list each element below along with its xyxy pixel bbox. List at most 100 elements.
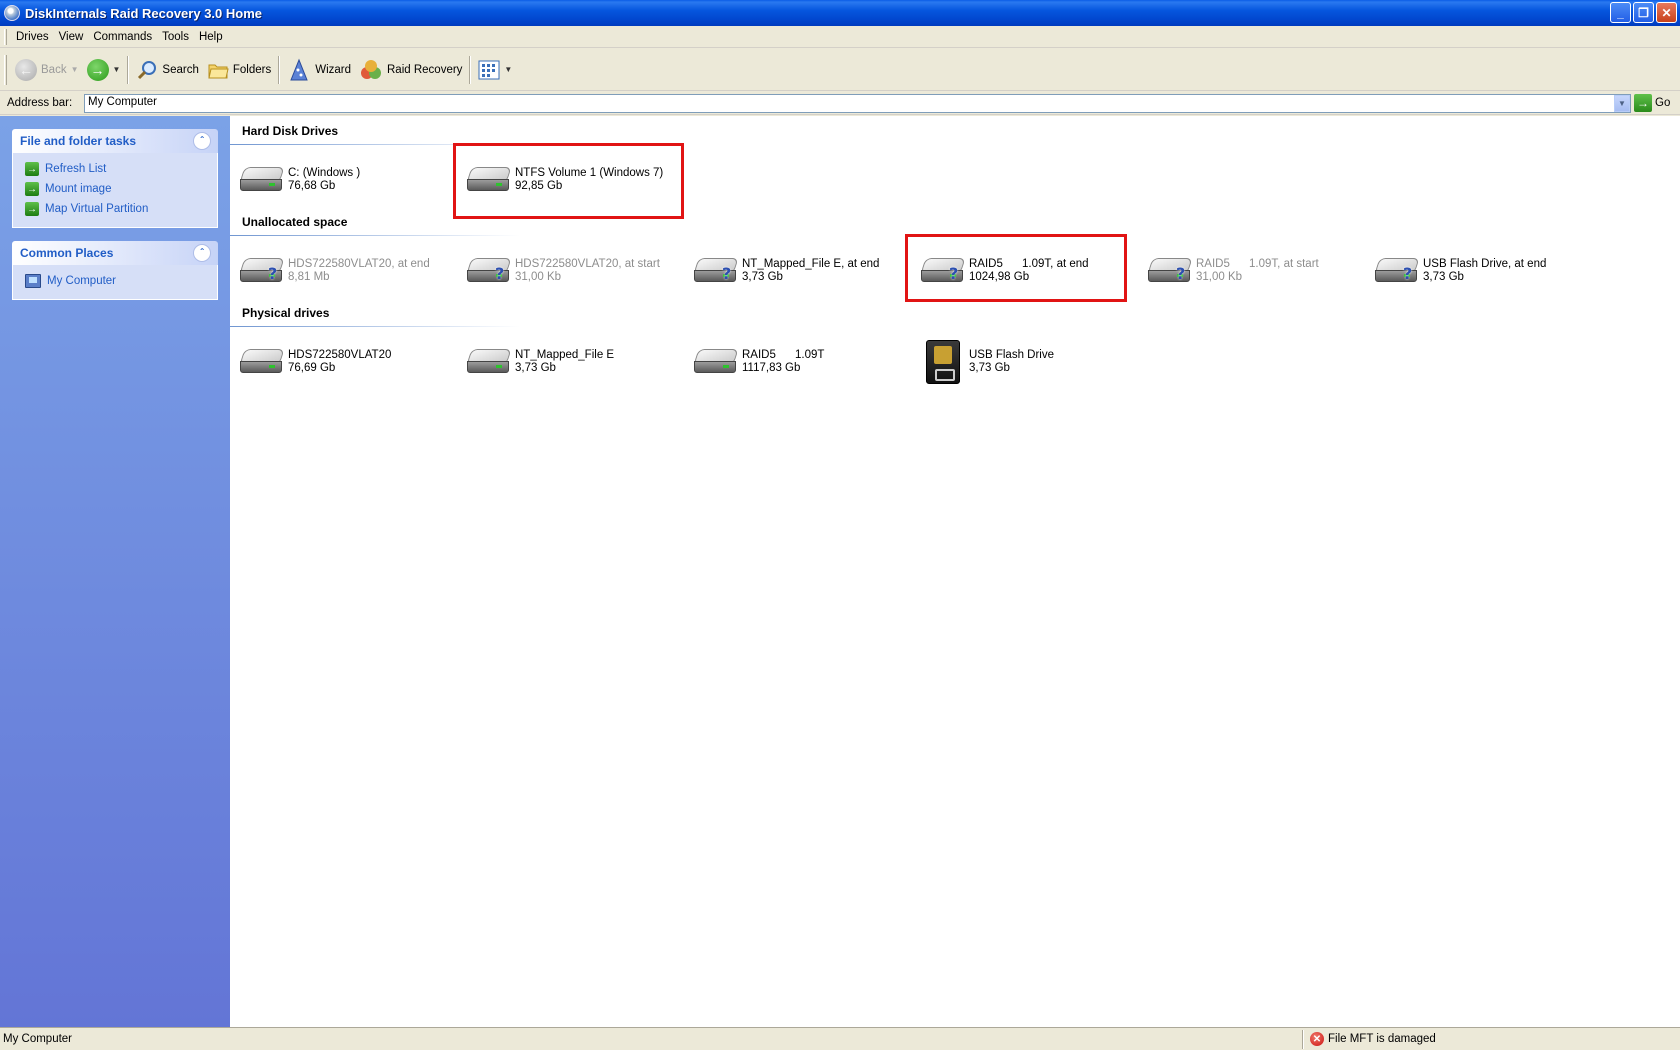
drive-tile[interactable]: ? RAID5 1.09T, at start 31,00 Kb: [1144, 245, 1364, 297]
address-dropdown-icon[interactable]: ▼: [1614, 95, 1630, 112]
menubar-grip: [4, 28, 7, 45]
wizard-button[interactable]: Wizard: [283, 54, 355, 86]
file-folder-tasks-header[interactable]: File and folder tasks ˆ: [12, 129, 218, 153]
arrow-right-icon: →: [25, 202, 39, 216]
go-button[interactable]: → Go: [1634, 94, 1670, 112]
status-separator: [1302, 1030, 1304, 1049]
drive-name: NT_Mapped_File E, at end: [742, 258, 880, 270]
drive-size: 8,81 Mb: [288, 271, 330, 283]
forward-button[interactable]: → ▼: [83, 54, 125, 86]
folders-label: Folders: [232, 63, 272, 76]
go-arrow-icon: →: [1634, 94, 1652, 112]
go-label: Go: [1655, 97, 1671, 109]
group-divider: [230, 235, 520, 236]
task-label: Refresh List: [45, 163, 107, 175]
place-my-computer[interactable]: My Computer: [25, 271, 207, 291]
common-places-body: My Computer: [12, 265, 218, 300]
drive-tile[interactable]: C: (Windows ) 76,68 Gb: [236, 154, 456, 206]
raid-recovery-label: Raid Recovery: [387, 63, 463, 76]
common-places-header[interactable]: Common Places ˆ: [12, 241, 218, 265]
toolbar-separator: [469, 55, 472, 84]
forward-dropdown-icon[interactable]: ▼: [113, 65, 121, 74]
window-title: DiskInternals Raid Recovery 3.0 Home: [25, 5, 262, 21]
minimize-button[interactable]: _: [1610, 2, 1631, 23]
drive-name: USB Flash Drive: [969, 349, 1054, 361]
menu-bar: Drives View Commands Tools Help: [0, 26, 1680, 48]
wizard-icon: [290, 58, 308, 80]
back-label: Back: [41, 63, 67, 76]
drive-tile[interactable]: NT_Mapped_File E 3,73 Gb: [463, 336, 683, 388]
task-refresh-list[interactable]: → Refresh List: [25, 159, 207, 179]
hdd-unknown-icon: ?: [236, 251, 288, 291]
task-mount-image[interactable]: → Mount image: [25, 179, 207, 199]
wizard-label: Wizard: [315, 63, 351, 76]
group-header-unallocated-space: Unallocated space: [242, 215, 348, 229]
drive-size: 31,00 Kb: [515, 271, 562, 283]
folders-icon: [208, 64, 229, 78]
menu-commands[interactable]: Commands: [88, 29, 157, 45]
hdd-icon: [463, 342, 515, 382]
drive-list-view: Hard Disk Drives C: (Windows ) 76,68 Gb N…: [230, 116, 1680, 1027]
drive-tile[interactable]: ? USB Flash Drive, at end 3,73 Gb: [1371, 245, 1591, 297]
hdd-icon: [236, 160, 288, 200]
highlight-box: [905, 234, 1127, 302]
raid-recovery-button[interactable]: Raid Recovery: [355, 54, 466, 86]
file-folder-tasks-title: File and folder tasks: [20, 134, 137, 148]
maximize-button[interactable]: ❐: [1633, 2, 1654, 23]
hdd-unknown-icon: ?: [463, 251, 515, 291]
close-button[interactable]: ✕: [1656, 2, 1677, 23]
drive-size: 76,69 Gb: [288, 362, 336, 374]
window-controls: _ ❐ ✕: [1610, 2, 1677, 23]
drive-name: HDS722580VLAT20, at end: [288, 258, 430, 270]
error-icon: ✕: [1310, 1032, 1324, 1046]
drive-name: USB Flash Drive, at end: [1423, 258, 1547, 270]
menu-tools[interactable]: Tools: [157, 29, 194, 45]
group-divider: [230, 326, 520, 327]
drive-size: 76,68 Gb: [288, 180, 336, 192]
toolbar: ← Back ▼ → ▼ Search Folders Wizard Raid …: [0, 49, 1680, 91]
address-input[interactable]: My Computer: [84, 94, 1631, 113]
drive-name: C: (Windows ): [288, 167, 361, 179]
task-label: Map Virtual Partition: [45, 203, 149, 215]
hdd-icon: [690, 342, 742, 382]
drive-tile[interactable]: HDS722580VLAT20 76,69 Gb: [236, 336, 456, 388]
status-message: ✕ File MFT is damaged: [1310, 1032, 1436, 1046]
hdd-icon: [236, 342, 288, 382]
drive-size: 3,73 Gb: [1423, 271, 1464, 283]
drive-name: HDS722580VLAT20, at start: [515, 258, 660, 270]
views-button[interactable]: ▼: [474, 54, 516, 86]
drive-name: NT_Mapped_File E: [515, 349, 615, 361]
drive-name: HDS722580VLAT20: [288, 349, 392, 361]
group-header-hard-disk-drives: Hard Disk Drives: [242, 124, 339, 138]
back-dropdown-icon[interactable]: ▼: [71, 65, 79, 74]
search-button[interactable]: Search: [132, 54, 202, 86]
common-places-panel: Common Places ˆ My Computer: [12, 241, 218, 300]
drive-tile[interactable]: USB Flash Drive 3,73 Gb: [917, 336, 1137, 388]
search-icon: [138, 60, 157, 79]
drive-name: RAID5 1.09T, at start: [1196, 258, 1319, 270]
hdd-unknown-icon: ?: [690, 251, 742, 291]
view-grid-icon: [478, 60, 500, 79]
drive-tile[interactable]: ? HDS722580VLAT20, at start 31,00 Kb: [463, 245, 683, 297]
raid-recovery-icon: [361, 59, 381, 79]
my-computer-icon: [25, 274, 41, 288]
drive-size: 31,00 Kb: [1196, 271, 1243, 283]
menu-help[interactable]: Help: [194, 29, 228, 45]
back-arrow-icon: ←: [15, 58, 37, 81]
address-bar-label: Address bar:: [7, 97, 73, 109]
collapse-chevron-icon[interactable]: ˆ: [193, 132, 211, 150]
views-dropdown-icon[interactable]: ▼: [504, 65, 512, 74]
drive-tile[interactable]: ? NT_Mapped_File E, at end 3,73 Gb: [690, 245, 910, 297]
back-button[interactable]: ← Back ▼: [11, 54, 83, 86]
drive-name: RAID5 1.09T: [742, 349, 825, 361]
menu-view[interactable]: View: [54, 29, 89, 45]
drive-tile[interactable]: ? HDS722580VLAT20, at end 8,81 Mb: [236, 245, 456, 297]
drive-size: 3,73 Gb: [515, 362, 556, 374]
task-map-virtual-partition[interactable]: → Map Virtual Partition: [25, 199, 207, 219]
collapse-chevron-icon[interactable]: ˆ: [193, 244, 211, 262]
drive-tile[interactable]: RAID5 1.09T 1117,83 Gb: [690, 336, 910, 388]
task-label: Mount image: [45, 183, 112, 195]
menu-drives[interactable]: Drives: [11, 29, 54, 45]
folders-button[interactable]: Folders: [203, 54, 275, 86]
status-bar: My Computer ✕ File MFT is damaged: [0, 1027, 1680, 1050]
